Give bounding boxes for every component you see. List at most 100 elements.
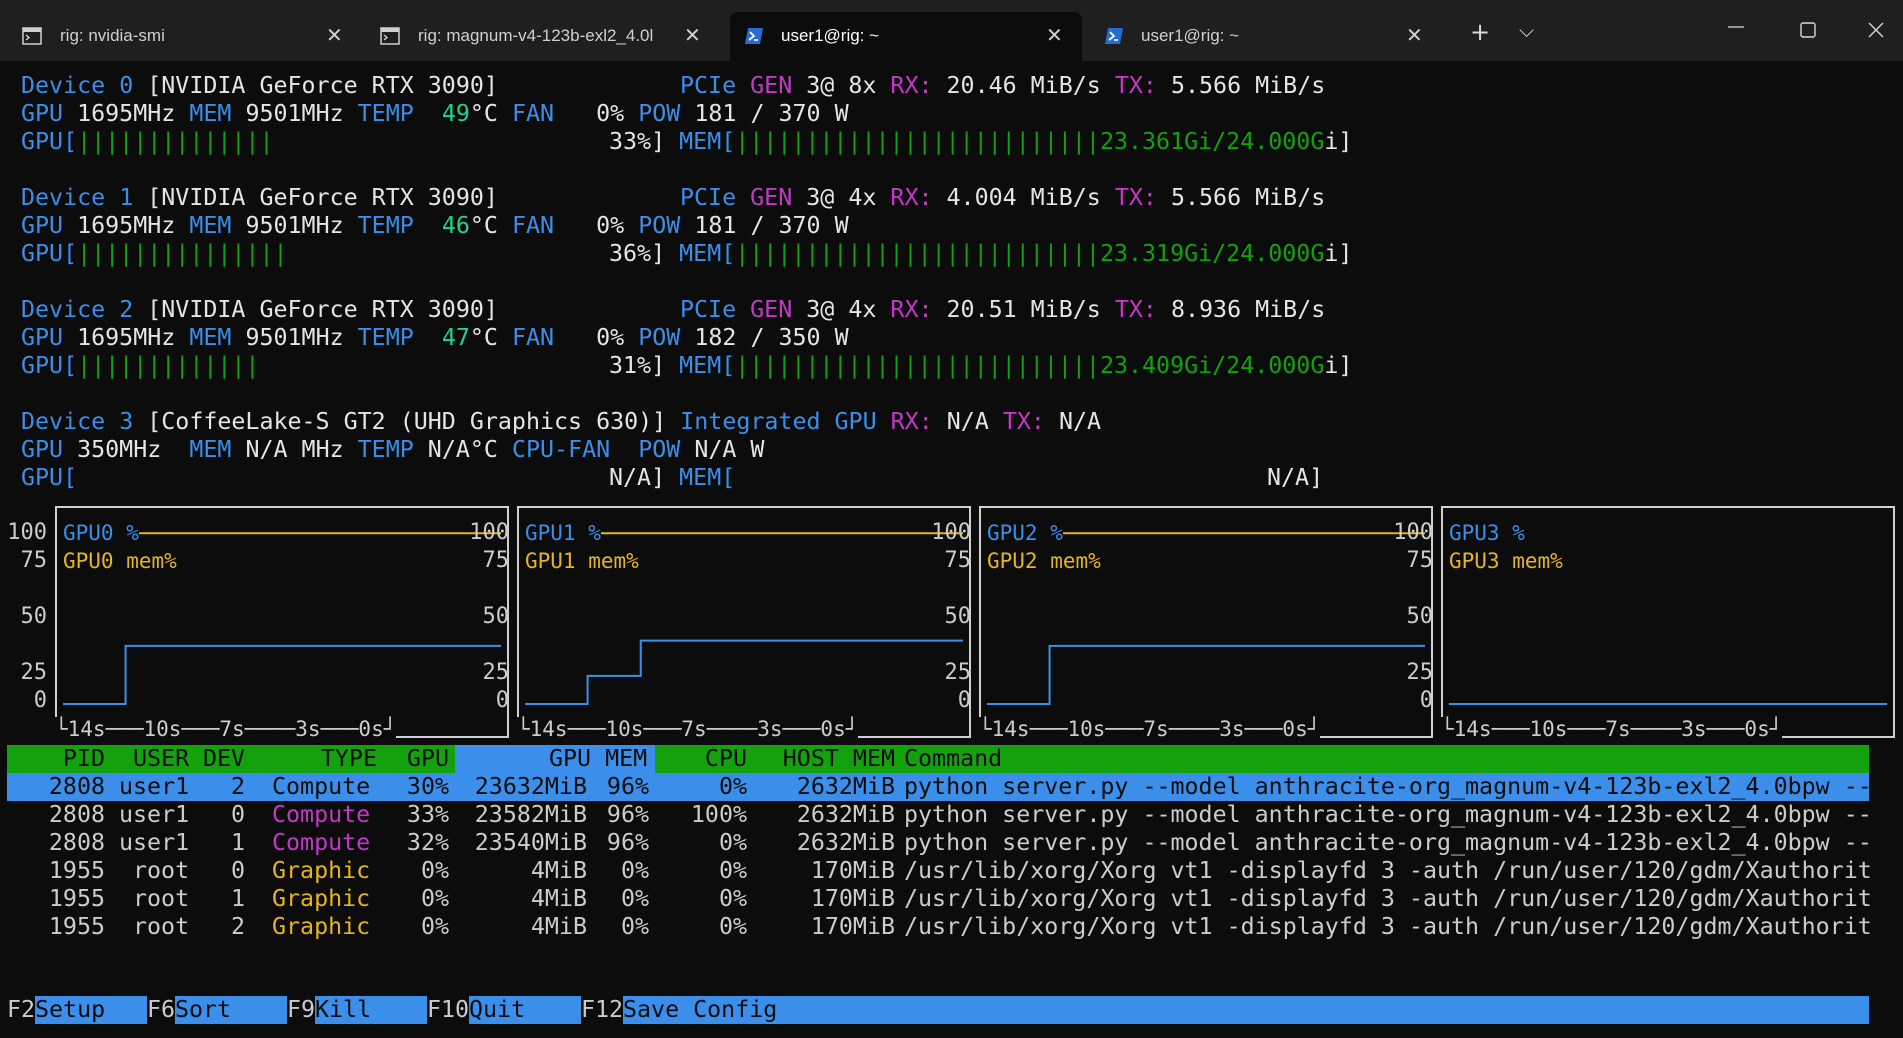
gpu-util-bar: GPU[||||||||||||||: [21, 128, 273, 156]
dev: 2: [230, 773, 245, 800]
gpu-util-line: [987, 644, 1425, 705]
gpu-util: 0%: [420, 913, 449, 940]
cpu: 0%: [718, 913, 747, 940]
gpu-util: 0%: [420, 885, 449, 912]
gpu-util-pct: 33%] MEM[||||||||||||||||||||||||||23.36…: [609, 128, 1352, 156]
device-index: 0: [119, 72, 134, 99]
gpu-mem: 23582MiB: [474, 801, 587, 828]
sort-button[interactable]: Sort: [175, 996, 287, 1024]
fan-label: CPU-FAN: [511, 436, 611, 463]
gpu-label: GPU: [21, 324, 64, 351]
tx-label: TX:: [1114, 184, 1157, 211]
temp-unit: °C: [469, 324, 498, 351]
host-mem: 2632MiB: [796, 829, 895, 856]
rx-label: RX:: [890, 72, 933, 99]
gpu-mem: 4MiB: [530, 857, 587, 884]
command: python server.py --model anthracite-org_…: [904, 773, 1872, 800]
rx-label: RX:: [890, 184, 933, 211]
kill-button[interactable]: Kill: [315, 996, 427, 1024]
mem-bar-open: MEM[: [679, 128, 736, 155]
col-pid[interactable]: PID: [7, 745, 105, 773]
y-tick: 50: [944, 604, 972, 629]
y-tick: 75: [1406, 548, 1434, 573]
host-mem: 2632MiB: [796, 773, 895, 800]
y-tick: 0: [1419, 688, 1433, 713]
fan-label: FAN: [511, 100, 555, 127]
col-cpu[interactable]: CPU: [667, 745, 747, 773]
col-gpu-mem[interactable]: GPU MEM: [549, 745, 647, 773]
device-label: Device: [21, 72, 106, 99]
mem-clock: 9501MHz: [245, 212, 344, 239]
mem-legend: GPU0 mem%: [63, 549, 177, 573]
col-type[interactable]: TYPE: [257, 745, 377, 773]
rx-value: N/A: [946, 408, 989, 435]
x-axis-labels: └14s───10s───7s────3s───0s┘: [979, 717, 1321, 741]
y-tick: 0: [33, 688, 47, 713]
mem-na: N/A]: [1267, 464, 1324, 491]
device-index: 3: [119, 408, 134, 435]
mem-legend: GPU3 mem%: [1449, 549, 1563, 573]
process-table-header[interactable]: PID USER DEV TYPE GPU GPU MEM CPU HOST M…: [7, 745, 1869, 773]
process-row[interactable]: 1955 root 0 Graphic 0% 4MiB 0% 0% 170MiB…: [7, 857, 1872, 885]
host-mem: 170MiB: [810, 913, 895, 940]
clock-info: GPU 1695MHz MEM 9501MHz TEMP 47°C FAN 0%…: [21, 324, 849, 352]
host-mem: 2632MiB: [796, 801, 895, 828]
cpu: 100%: [690, 801, 747, 828]
mem-pct: 0%: [620, 857, 649, 884]
save-config-button[interactable]: Save Config: [623, 996, 1869, 1024]
gpu-util-line: [63, 644, 501, 705]
user: user1: [119, 829, 190, 856]
gpu-util-line: [525, 639, 963, 705]
temp-value: 47: [441, 324, 470, 351]
y-tick: 0: [495, 688, 509, 713]
pcie-label: PCIe: [680, 72, 737, 99]
gpu-pct: N/A]: [609, 464, 666, 491]
gpu-mem: 4MiB: [530, 885, 587, 912]
gpu-util-pct: 31%] MEM[||||||||||||||||||||||||||23.40…: [609, 352, 1352, 380]
col-host-mem[interactable]: HOST MEM: [765, 745, 895, 773]
process-row[interactable]: 2808 user1 2 Compute 30% 23632MiB 96% 0%…: [7, 773, 1872, 801]
tx-value: N/A: [1058, 408, 1102, 435]
pcie-label: PCIe: [680, 184, 737, 211]
y-tick: 75: [944, 548, 972, 573]
pcie-label: PCIe: [680, 296, 737, 323]
clock-info: GPU 1695MHz MEM 9501MHz TEMP 49°C FAN 0%…: [21, 100, 849, 128]
col-user[interactable]: USER: [133, 745, 189, 773]
y-tick: 50: [482, 604, 510, 629]
gpu-util-pct: 36%] MEM[||||||||||||||||||||||||||23.31…: [609, 240, 1352, 268]
y-tick: 75: [482, 548, 510, 573]
gpu-bar-open: GPU[: [21, 352, 78, 379]
process-row[interactable]: 1955 root 2 Graphic 0% 4MiB 0% 0% 170MiB…: [7, 913, 1872, 941]
mem-legend: GPU2 mem%: [987, 549, 1101, 573]
mem-bar: ||||||||||||||||||||||||||: [735, 128, 1100, 155]
gpu-pct: 33%]: [609, 128, 666, 155]
command: python server.py --model anthracite-org_…: [904, 801, 1872, 828]
process-row[interactable]: 2808 user1 0 Compute 33% 23582MiB 96% 10…: [7, 801, 1872, 829]
col-gpu[interactable]: GPU: [385, 745, 449, 773]
col-command[interactable]: Command: [904, 745, 1002, 773]
device-header: Device 1 [NVIDIA GeForce RTX 3090]: [21, 184, 498, 212]
pow-label: POW: [638, 436, 681, 463]
pow-value: 182 / 350 W: [694, 324, 849, 351]
quit-button[interactable]: Quit: [469, 996, 581, 1024]
dev: 2: [230, 913, 245, 940]
host-mem: 170MiB: [810, 885, 895, 912]
gpu-pct: 36%]: [609, 240, 666, 267]
cpu: 0%: [718, 857, 747, 884]
tx-value: 8.936 MiB/s: [1170, 296, 1326, 323]
y-tick: 100: [1393, 520, 1433, 545]
temp-value: 49: [441, 100, 470, 127]
fkey-label: F6: [147, 996, 176, 1023]
process-row[interactable]: 1955 root 1 Graphic 0% 4MiB 0% 0% 170MiB…: [7, 885, 1872, 913]
fan-value: 0%: [596, 100, 625, 127]
temp-value: 46: [441, 212, 470, 239]
y-tick: 100: [931, 520, 971, 545]
pid: 1955: [48, 857, 105, 884]
col-dev[interactable]: DEV: [203, 745, 245, 773]
mem-pct: 96%: [606, 773, 649, 800]
pid: 1955: [48, 913, 105, 940]
mem-clock: N/A MHz: [245, 436, 344, 463]
setup-button[interactable]: Setup: [35, 996, 147, 1024]
device-label: Device: [21, 296, 106, 323]
process-row[interactable]: 2808 user1 1 Compute 32% 23540MiB 96% 0%…: [7, 829, 1872, 857]
